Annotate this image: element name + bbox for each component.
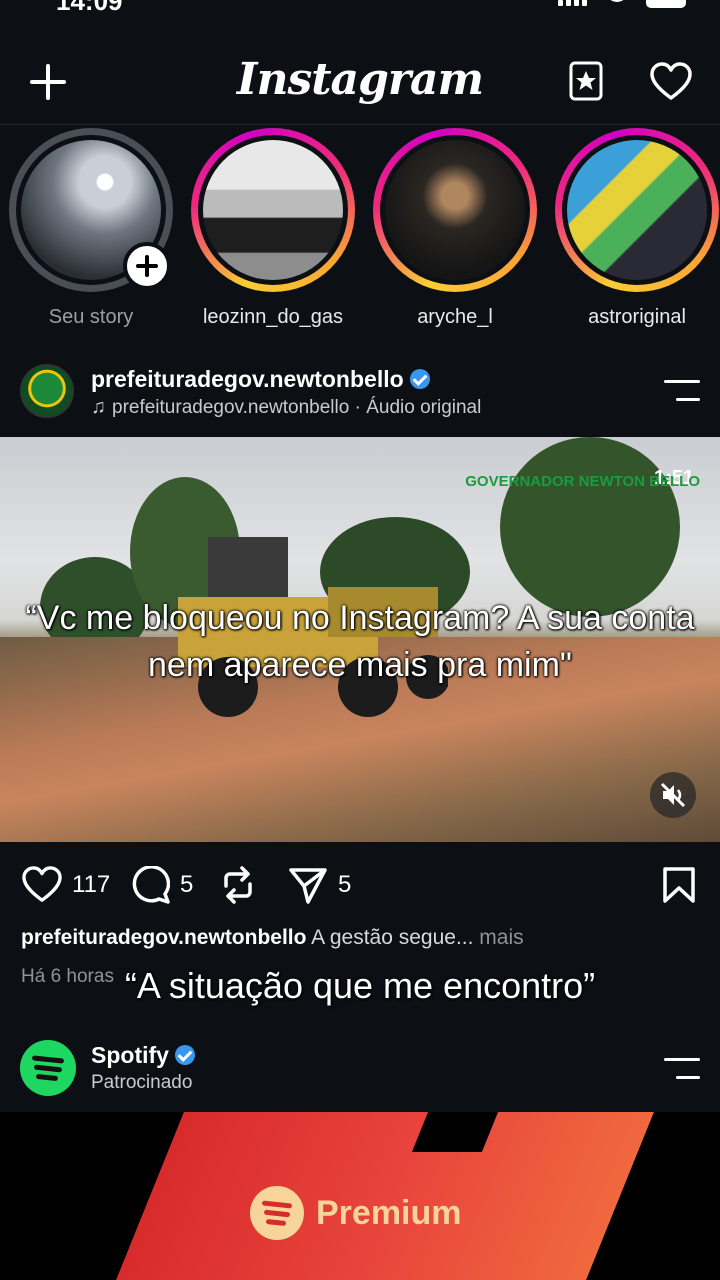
share-count: 5 xyxy=(338,871,352,898)
ad-options-button[interactable] xyxy=(664,1058,700,1080)
audio-text[interactable]: prefeituradegov.newtonbello · Áudio orig… xyxy=(112,397,481,418)
story-item[interactable]: aryche_l xyxy=(370,128,540,329)
story-name: aryche_l xyxy=(417,306,493,328)
post-options-button[interactable] xyxy=(664,380,700,402)
verified-badge-icon xyxy=(409,369,430,389)
top-bar: Instagram xyxy=(0,40,720,124)
sponsored-label: Patrocinado xyxy=(91,1072,193,1093)
comment-icon xyxy=(132,866,170,904)
muted-speaker-icon xyxy=(660,782,686,808)
story-ring xyxy=(9,128,173,292)
stories-tray: Seu story leozinn_do_gas aryche_l astror… xyxy=(0,128,720,338)
sponsored-header: Spotify Patrocinado xyxy=(0,1036,720,1112)
sponsor-name-text[interactable]: Spotify xyxy=(91,1042,169,1068)
spotify-avatar[interactable] xyxy=(20,1040,76,1096)
instagram-logo: Instagram xyxy=(236,54,484,105)
status-time: 14:09 xyxy=(56,0,123,16)
sponsor-account-name[interactable]: Spotify xyxy=(91,1042,195,1069)
story-name: astroriginal xyxy=(588,306,686,328)
spotify-icon xyxy=(250,1186,304,1240)
add-story-icon[interactable] xyxy=(123,242,171,290)
bookmark-icon xyxy=(663,867,695,903)
story-name: Seu story xyxy=(48,306,134,328)
status-icons xyxy=(558,0,686,8)
comment-count: 5 xyxy=(180,871,194,898)
avatar xyxy=(203,140,343,280)
like-button[interactable]: 117 xyxy=(22,866,110,904)
header-divider xyxy=(0,124,720,125)
video-caption: “Vc me bloqueou no Instagram? A sua cont… xyxy=(25,599,695,684)
account-name-text[interactable]: prefeituradegov.newtonbello xyxy=(91,366,404,392)
video-watermark: GOVERNADOR NEWTON BELLO xyxy=(465,473,700,490)
signal-icon xyxy=(558,0,588,6)
repost-icon xyxy=(224,866,252,904)
story-ring xyxy=(191,128,355,292)
verified-badge-icon xyxy=(174,1045,195,1065)
ad-media[interactable]: Premium xyxy=(0,1112,720,1280)
favorites-button[interactable] xyxy=(568,60,604,102)
comment-button[interactable]: 5 xyxy=(132,866,193,904)
post-caption[interactable]: prefeituradegov.newtonbello A gestão seg… xyxy=(21,926,524,950)
send-icon xyxy=(289,868,327,904)
repost-button[interactable] xyxy=(220,866,256,904)
activity-button[interactable] xyxy=(650,62,692,102)
heart-icon xyxy=(22,866,62,902)
post-header: prefeituradegov.newtonbello ♫ prefeiturad… xyxy=(0,352,720,432)
status-bar: 14:09 xyxy=(0,0,720,16)
story-item[interactable]: astroriginal xyxy=(552,128,720,329)
caption-more-link[interactable]: mais xyxy=(479,926,523,949)
story-item[interactable]: leozinn_do_gas xyxy=(188,128,358,329)
story-own[interactable]: Seu story xyxy=(6,128,176,329)
avatar xyxy=(567,140,707,280)
music-note-icon: ♫ xyxy=(91,396,106,418)
wifi-icon xyxy=(606,0,628,2)
post-actions: 117 5 5 xyxy=(0,858,720,918)
save-button[interactable] xyxy=(662,866,696,904)
like-count: 117 xyxy=(72,871,111,898)
star-icon xyxy=(569,61,603,101)
heart-icon xyxy=(650,62,692,100)
premium-text: Premium xyxy=(316,1193,462,1232)
post-video[interactable]: 1:51 GOVERNADOR NEWTON BELLO “Vc me bloq… xyxy=(0,437,720,842)
audio-link[interactable]: ♫ prefeituradegov.newtonbello · Áudio ori… xyxy=(91,396,481,419)
account-avatar[interactable] xyxy=(20,364,74,418)
premium-logo: Premium xyxy=(250,1186,462,1240)
story-name: leozinn_do_gas xyxy=(202,306,344,328)
story-ring xyxy=(555,128,719,292)
avatar xyxy=(385,140,525,280)
caption-account[interactable]: prefeituradegov.newtonbello xyxy=(21,926,306,949)
caption-text: A gestão segue... xyxy=(311,926,474,949)
battery-icon xyxy=(646,0,686,8)
mute-button[interactable] xyxy=(650,772,696,818)
share-button[interactable]: 5 xyxy=(288,866,351,904)
story-ring xyxy=(373,128,537,292)
overlay-text: “A situação que me encontro” xyxy=(124,965,596,1006)
account-name[interactable]: prefeituradegov.newtonbello xyxy=(91,366,430,393)
